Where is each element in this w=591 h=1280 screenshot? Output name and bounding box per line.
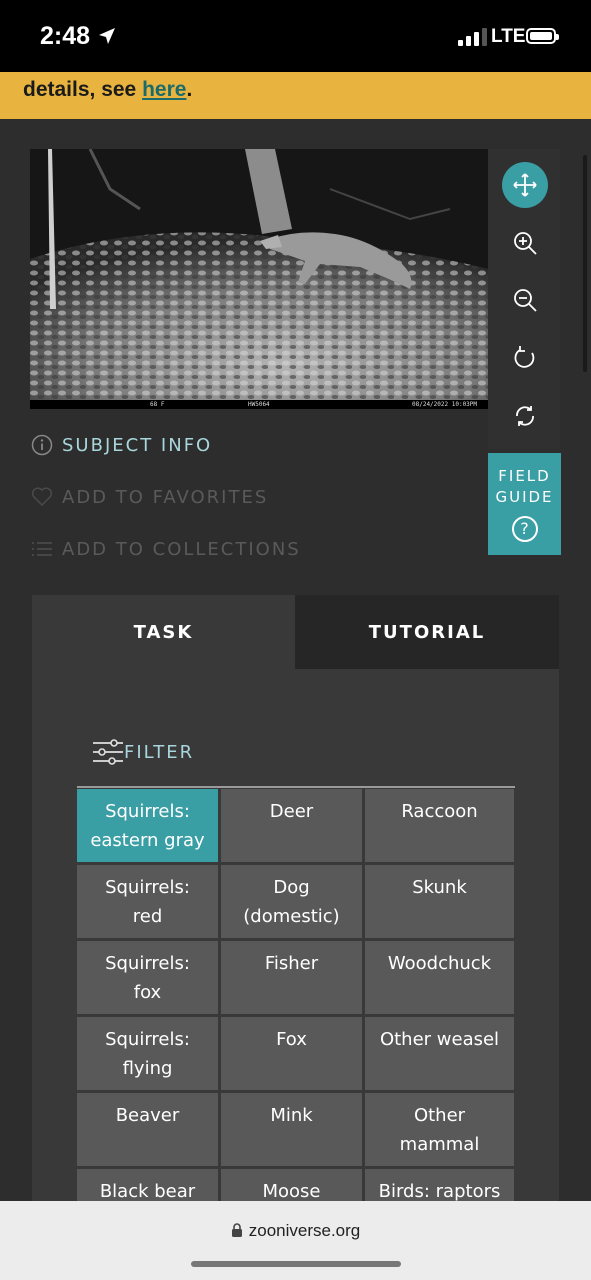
info-icon xyxy=(30,433,54,457)
filter-label: FILTER xyxy=(124,741,195,763)
zoom-out-button[interactable] xyxy=(502,277,548,323)
species-choice-label: fox xyxy=(133,982,162,1003)
species-choice[interactable]: Other weasel xyxy=(365,1017,514,1090)
species-choice[interactable]: Squirrels: flying xyxy=(77,1017,218,1090)
species-choice[interactable]: Woodchuck xyxy=(365,941,514,1014)
species-choice[interactable]: Raccoon xyxy=(365,789,514,862)
tab-tutorial-label: TUTORIAL xyxy=(368,621,486,643)
filter-button[interactable]: FILTER xyxy=(92,739,194,765)
species-choice-label: Deer xyxy=(269,801,314,822)
species-choice-label: red xyxy=(132,906,163,927)
subject-image[interactable]: 68 F HW5064 08/24/2022 10:03PM xyxy=(30,149,488,409)
species-choice-label: (domestic) xyxy=(243,906,340,927)
species-choice-label: Squirrels: xyxy=(105,877,190,898)
url-display[interactable]: zooniverse.org xyxy=(0,1221,591,1241)
sliders-icon xyxy=(93,739,123,765)
add-favorites-label: ADD TO FAVORITES xyxy=(62,486,269,508)
species-choice[interactable]: Beaver xyxy=(77,1093,218,1166)
zoom-in-icon xyxy=(514,232,537,255)
rotate-icon xyxy=(514,346,535,368)
species-choice-label: flying xyxy=(122,1058,173,1079)
grid-top-border xyxy=(77,786,515,788)
stamp-datetime: 08/24/2022 10:03PM xyxy=(412,401,478,408)
stamp-camera: HW5064 xyxy=(248,401,270,408)
stamp-temp: 68 F xyxy=(150,401,165,408)
url-text: zooniverse.org xyxy=(248,1221,361,1240)
battery-icon xyxy=(526,28,559,44)
species-choice[interactable]: Fisher xyxy=(221,941,362,1014)
add-favorites-button[interactable]: ADD TO FAVORITES xyxy=(30,485,268,509)
species-choice[interactable]: Deer xyxy=(221,789,362,862)
banner-link[interactable]: here xyxy=(142,78,186,101)
list-icon xyxy=(30,537,54,561)
species-choice-label: Fox xyxy=(276,1029,307,1050)
species-choice-label: Beaver xyxy=(115,1105,180,1126)
status-time: 2:48 xyxy=(40,22,91,50)
subject-info-button[interactable]: SUBJECT INFO xyxy=(30,433,212,457)
species-choice-label: Squirrels: xyxy=(105,801,190,822)
species-choice-label: Other xyxy=(413,1105,466,1126)
help-icon: ? xyxy=(511,516,538,542)
species-choice-label: Raccoon xyxy=(401,801,478,822)
species-choice[interactable]: Mink xyxy=(221,1093,362,1166)
status-bar: 2:48 LTE xyxy=(0,0,591,72)
species-choice[interactable]: Squirrels: eastern gray xyxy=(77,789,218,862)
species-choice-label: Dog xyxy=(273,877,310,898)
rotate-button[interactable] xyxy=(502,335,548,381)
species-choice[interactable]: Other mammal xyxy=(365,1093,514,1166)
add-collections-label: ADD TO COLLECTIONS xyxy=(62,538,301,560)
banner-text: details, see here. xyxy=(23,78,192,102)
species-choice-label: Mink xyxy=(270,1105,313,1126)
banner-suffix: . xyxy=(186,78,193,101)
image-toolbar xyxy=(488,149,560,449)
species-choice-label: Fisher xyxy=(264,953,319,974)
zoom-out-icon xyxy=(514,289,537,312)
announcement-banner: details, see here. xyxy=(0,72,591,119)
species-choice[interactable]: Squirrels: red xyxy=(77,865,218,938)
tab-task-label: TASK xyxy=(133,621,194,643)
species-choice-label: Other weasel xyxy=(379,1029,500,1050)
home-indicator[interactable] xyxy=(191,1261,401,1267)
location-arrow-icon xyxy=(97,26,117,50)
species-choice[interactable]: Skunk xyxy=(365,865,514,938)
reset-icon xyxy=(516,406,534,426)
move-icon xyxy=(513,173,537,197)
species-choice[interactable]: Dog (domestic) xyxy=(221,865,362,938)
reset-button[interactable] xyxy=(502,393,548,439)
move-button[interactable] xyxy=(502,162,548,208)
task-panel: TASK TUTORIAL FILTER Squirrels: eastern g… xyxy=(32,595,559,1242)
signal-icon xyxy=(458,28,487,46)
image-timestamp-bar: 68 F HW5064 08/24/2022 10:03PM xyxy=(30,400,488,409)
page-scrollbar[interactable] xyxy=(583,155,587,372)
species-choice-label: mammal xyxy=(399,1134,480,1155)
tab-tutorial[interactable]: TUTORIAL xyxy=(295,595,559,669)
subject-info-label: SUBJECT INFO xyxy=(62,434,213,456)
add-collections-button[interactable]: ADD TO COLLECTIONS xyxy=(30,537,301,561)
network-label: LTE xyxy=(491,26,526,47)
zoom-in-button[interactable] xyxy=(502,220,548,266)
species-choice-label: Skunk xyxy=(412,877,467,898)
species-choice-label: Squirrels: xyxy=(105,1029,190,1050)
species-choice-label: Woodchuck xyxy=(387,953,492,974)
lock-icon xyxy=(231,1223,242,1237)
species-choice-label: Squirrels: xyxy=(105,953,190,974)
field-guide-line2: GUIDE xyxy=(495,488,554,506)
field-guide-line1: FIELD xyxy=(498,467,551,485)
tab-task[interactable]: TASK xyxy=(32,595,295,669)
species-choice-label: eastern gray xyxy=(90,830,205,851)
species-choice[interactable]: Fox xyxy=(221,1017,362,1090)
heart-icon xyxy=(30,485,54,509)
field-guide-label: FIELD GUIDE xyxy=(488,466,561,508)
species-choice[interactable]: Squirrels: fox xyxy=(77,941,218,1014)
field-guide-button[interactable]: FIELD GUIDE ? xyxy=(488,453,561,555)
browser-url-bar[interactable]: zooniverse.org xyxy=(0,1201,591,1280)
banner-prefix: details, see xyxy=(23,78,143,101)
